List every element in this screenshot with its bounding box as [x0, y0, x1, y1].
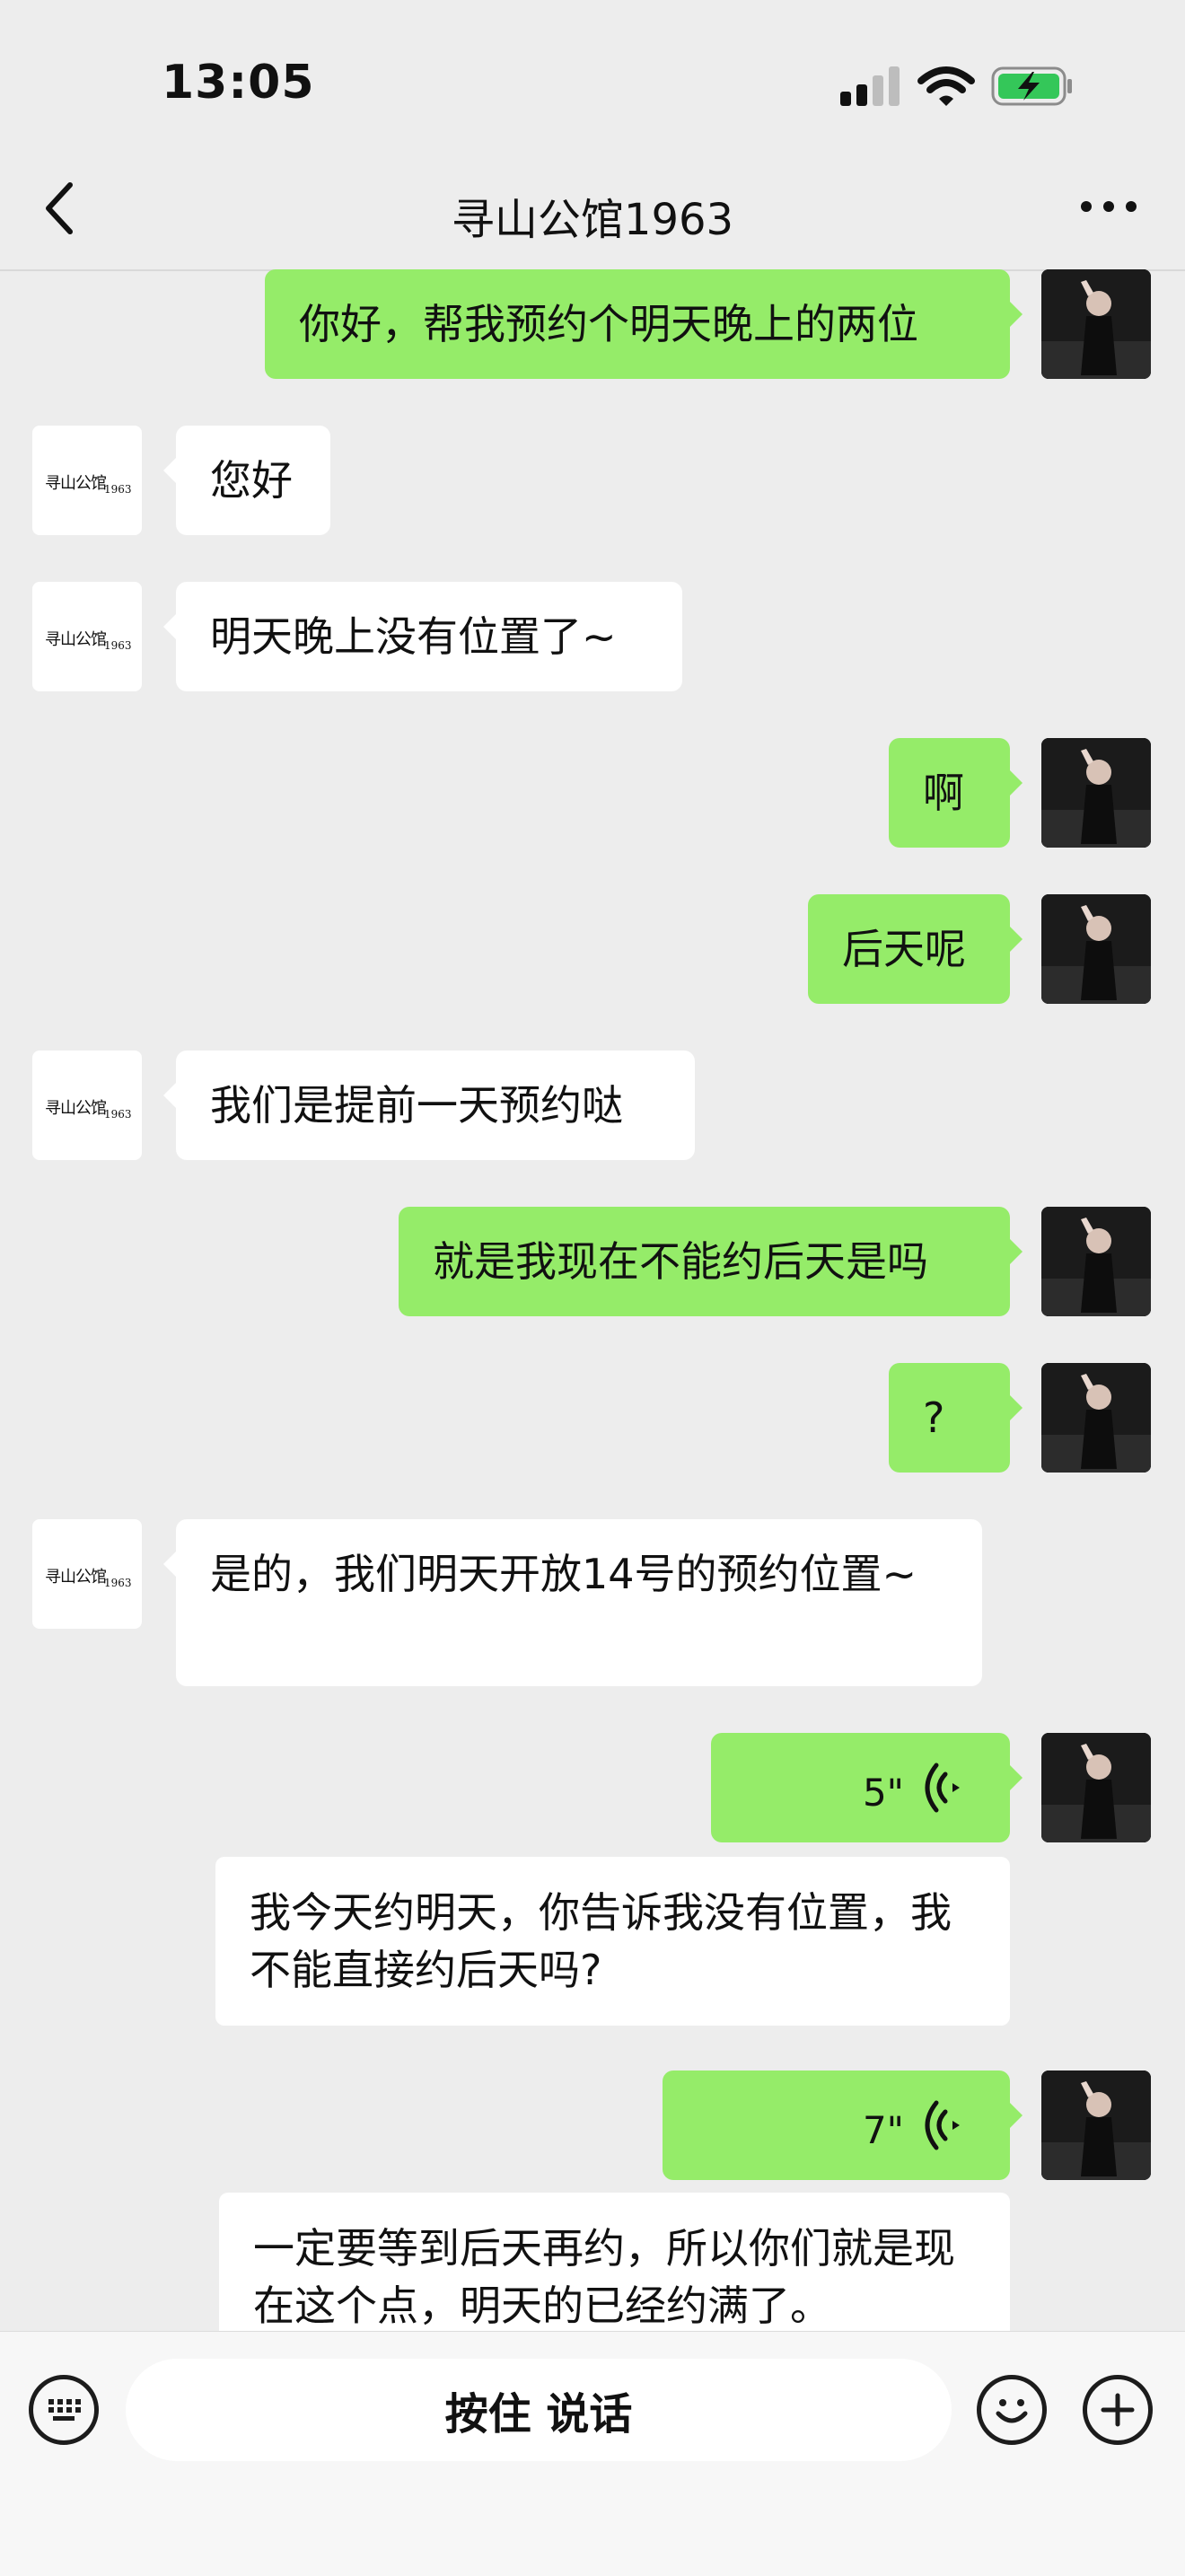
user-avatar[interactable]: [1041, 738, 1151, 848]
voice-duration: 5": [862, 1771, 904, 1815]
voice-transcript[interactable]: 一定要等到后天再约，所以你们就是现在这个点，明天的已经约满了。: [219, 2193, 1010, 2331]
message-text: 后天呢: [842, 925, 966, 973]
shop-logo-text: 寻山公馆: [45, 1099, 107, 1118]
sent-message[interactable]: 啊: [889, 738, 1023, 848]
chat-header: 寻山公馆1963: [0, 153, 1185, 271]
transcript-text: 我今天约明天，你告诉我没有位置，我不能直接约后天吗?: [250, 1888, 952, 1994]
received-message[interactable]: 明天晚上没有位置了~: [163, 582, 682, 691]
sent-message[interactable]: 后天呢: [808, 894, 1023, 1004]
message-text: 就是我现在不能约后天是吗: [433, 1237, 928, 1286]
transcript-text: 一定要等到后天再约，所以你们就是现在这个点，明天的已经约满了。: [253, 2224, 955, 2330]
received-message[interactable]: 是的，我们明天开放14号的预约位置~: [163, 1519, 982, 1686]
user-avatar[interactable]: [1041, 1207, 1151, 1316]
voice-message[interactable]: 5": [711, 1733, 1023, 1842]
voice-wave-icon: [925, 2100, 960, 2150]
message-text: 您好: [210, 456, 293, 505]
keyboard-icon[interactable]: [29, 2375, 99, 2445]
user-avatar[interactable]: [1041, 1363, 1151, 1473]
received-message[interactable]: 我们是提前一天预约哒: [163, 1051, 695, 1160]
shop-avatar[interactable]: 寻山公馆 1963: [32, 1519, 142, 1629]
shop-logo-year: 1963: [104, 639, 132, 652]
message-text: 我们是提前一天预约哒: [210, 1081, 623, 1130]
user-avatar[interactable]: [1041, 1733, 1151, 1842]
message-text: 明天晚上没有位置了~: [210, 612, 617, 661]
user-avatar[interactable]: [1041, 894, 1151, 1004]
shop-avatar[interactable]: 寻山公馆 1963: [32, 426, 142, 535]
message-text: 是的，我们明天开放14号的预约位置~: [210, 1550, 917, 1598]
user-avatar[interactable]: [1041, 2070, 1151, 2180]
message-text: ?: [923, 1394, 945, 1442]
status-bar: 13:05: [0, 0, 1185, 153]
hold-to-talk-button[interactable]: 按住 说话: [126, 2359, 952, 2461]
message-text: 啊: [923, 769, 964, 817]
shop-logo-year: 1963: [104, 1108, 132, 1121]
voice-message[interactable]: 7": [663, 2070, 1023, 2180]
message-list[interactable]: 你好，帮我预约个明天晚上的两位 寻山公馆 1963 您好 寻山公馆 1963 明…: [0, 269, 1185, 2331]
emoji-icon[interactable]: [977, 2375, 1047, 2445]
message-text: 你好，帮我预约个明天晚上的两位: [299, 300, 918, 348]
user-avatar[interactable]: [1041, 269, 1151, 379]
shop-avatar[interactable]: 寻山公馆 1963: [32, 582, 142, 691]
voice-transcript[interactable]: 我今天约明天，你告诉我没有位置，我不能直接约后天吗?: [215, 1857, 1010, 2026]
voice-duration: 7": [862, 2108, 904, 2152]
more-options-icon[interactable]: [1077, 189, 1140, 224]
shop-avatar[interactable]: 寻山公馆 1963: [32, 1051, 142, 1160]
sent-message[interactable]: 就是我现在不能约后天是吗: [399, 1207, 1023, 1316]
shop-logo-text: 寻山公馆: [45, 1568, 107, 1587]
shop-logo-text: 寻山公馆: [45, 630, 107, 649]
input-bar: 按住 说话: [0, 2331, 1185, 2576]
battery-charging-icon: [991, 66, 1072, 106]
shop-logo-year: 1963: [104, 1577, 132, 1589]
shop-logo-text: 寻山公馆: [45, 474, 107, 493]
cellular-signal-icon: [840, 66, 900, 106]
wifi-icon: [917, 66, 975, 106]
sent-message[interactable]: 你好，帮我预约个明天晚上的两位: [265, 269, 1023, 379]
status-time: 13:05: [162, 56, 315, 110]
received-message[interactable]: 您好: [163, 426, 330, 535]
voice-wave-icon: [925, 1763, 960, 1813]
sent-message[interactable]: ?: [889, 1363, 1023, 1473]
shop-logo-year: 1963: [104, 483, 132, 496]
add-more-icon[interactable]: [1083, 2375, 1153, 2445]
chat-title: 寻山公馆1963: [451, 195, 734, 245]
